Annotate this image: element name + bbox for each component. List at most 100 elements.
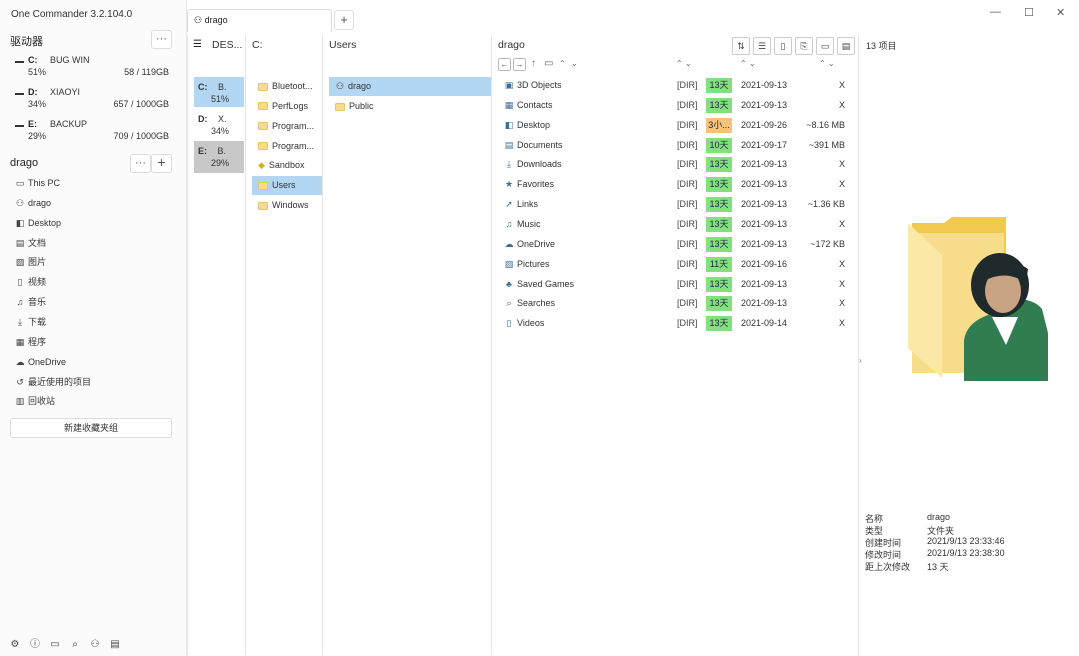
new-favorites-group-button[interactable]: 新建收藏夹组 bbox=[10, 418, 172, 438]
column-c-drive: C: Bluetoot... PerfLogs Program... Program.… bbox=[245, 35, 322, 655]
favorite-item[interactable]: ▥ 回收站 bbox=[14, 394, 174, 410]
list-view-icon[interactable]: ☰ bbox=[753, 37, 771, 55]
music-icon: ♫ bbox=[16, 297, 24, 308]
item-size: X bbox=[838, 318, 845, 329]
sort-size-icon[interactable]: ⌃ ⌄ bbox=[819, 59, 835, 68]
drives-more-button[interactable]: ··· bbox=[151, 30, 172, 49]
list-item[interactable]: ♣ Saved Games [DIR] 13天 2021-09-13 X bbox=[497, 275, 854, 294]
favorite-item[interactable]: ⚇ drago bbox=[14, 196, 174, 212]
row-label: Program... bbox=[272, 140, 315, 151]
list-item[interactable]: ▤ Documents [DIR] 10天 2021-09-17 ~391 MB bbox=[497, 136, 854, 155]
item-type: [DIR] bbox=[677, 258, 698, 269]
favorite-item[interactable]: ▯ 视频 bbox=[14, 275, 174, 291]
column-drive-c[interactable]: C: B. 51% bbox=[194, 77, 244, 107]
property-value: 13 天 bbox=[927, 561, 949, 572]
maximize-button[interactable]: ☐ bbox=[1024, 6, 1034, 19]
list-item[interactable]: ☁ OneDrive [DIR] 13天 2021-09-13 ~172 KB bbox=[497, 235, 854, 254]
column-row[interactable]: ◆ Sandbox bbox=[252, 156, 322, 175]
favorite-item[interactable]: ♫ 音乐 bbox=[14, 295, 174, 311]
row-label: drago bbox=[348, 81, 372, 91]
sort-type-up-icon[interactable]: ⌃ ⌄ bbox=[676, 59, 692, 68]
up-arrow-icon[interactable]: ↑ bbox=[531, 58, 536, 69]
favorite-item[interactable]: ▦ 程序 bbox=[14, 335, 174, 351]
drive-c[interactable]: C: BUG WIN 51% 58 / 119GB bbox=[15, 55, 175, 85]
item-type: [DIR] bbox=[677, 99, 698, 110]
list-item[interactable]: ★ Favorites [DIR] 13天 2021-09-13 X bbox=[497, 175, 854, 194]
column-drive-d[interactable]: D: X. 34% bbox=[194, 109, 244, 139]
column-header: DES... bbox=[212, 39, 243, 51]
favorite-item[interactable]: ▤ 文档 bbox=[14, 236, 174, 252]
row-label: PerfLogs bbox=[272, 100, 309, 111]
favorite-item[interactable]: ☁ OneDrive bbox=[14, 355, 174, 371]
list-item[interactable]: ♫ Music [DIR] 13天 2021-09-13 X bbox=[497, 215, 854, 234]
favorite-item[interactable]: ⤓ 下载 bbox=[14, 315, 174, 331]
chevron-up-icon[interactable]: ⌃ bbox=[559, 59, 566, 68]
clipboard-icon[interactable]: ▤ bbox=[837, 37, 855, 55]
preview-expand-icon[interactable]: › bbox=[859, 356, 862, 365]
column-row[interactable]: Program... bbox=[252, 137, 322, 156]
window-icon[interactable]: ▤ bbox=[105, 639, 125, 650]
list-item[interactable]: ▨ Pictures [DIR] 11天 2021-09-16 X bbox=[497, 255, 854, 274]
favorite-item[interactable]: ▭ This PC bbox=[14, 176, 174, 192]
column-row[interactable]: Program... bbox=[252, 117, 322, 136]
item-date: 2021-09-26 bbox=[741, 119, 788, 130]
column-drives: ☰ DES... C: B. 51% D: X. 34% E: B. 29% bbox=[187, 35, 245, 655]
item-date: 2021-09-13 bbox=[741, 218, 788, 229]
chevron-down-icon[interactable]: ⌄ bbox=[571, 59, 578, 68]
list-item[interactable]: ▯ Videos [DIR] 13天 2021-09-14 X bbox=[497, 314, 854, 333]
favorite-label: 回收站 bbox=[28, 396, 56, 407]
search-icon[interactable]: ⌕ bbox=[65, 639, 85, 650]
column-row-drago[interactable]: ⚇ drago bbox=[329, 77, 491, 96]
folder-icon bbox=[258, 102, 268, 111]
favorites-add-button[interactable]: + bbox=[151, 154, 172, 173]
column-row[interactable]: Users bbox=[252, 176, 322, 196]
list-item[interactable]: ▣ 3D Objects [DIR] 13天 2021-09-13 X bbox=[497, 76, 854, 95]
item-name: Documents bbox=[517, 139, 563, 150]
paste-icon[interactable]: ▭ bbox=[816, 37, 834, 55]
new-file-icon[interactable]: ▯ bbox=[774, 37, 792, 55]
list-item[interactable]: ▦ Contacts [DIR] 13天 2021-09-13 X bbox=[497, 96, 854, 115]
favorite-item[interactable]: ↺ 最近使用的项目 bbox=[14, 375, 174, 391]
favorite-label: 文档 bbox=[28, 237, 47, 248]
sort-icon[interactable]: ⇅ bbox=[732, 37, 750, 55]
drive-letter: C: bbox=[28, 55, 38, 65]
list-item[interactable]: ➚ Links [DIR] 13天 2021-09-13 ~1.36 KB bbox=[497, 195, 854, 214]
back-arrow-icon[interactable]: ← bbox=[498, 58, 511, 71]
list-item[interactable]: ⤓ Downloads [DIR] 13天 2021-09-13 X bbox=[497, 155, 854, 174]
favorites-more-button[interactable]: ··· bbox=[130, 154, 151, 173]
sort-date-icon[interactable]: ⌃ ⌄ bbox=[740, 59, 756, 68]
item-date: 2021-09-17 bbox=[741, 139, 788, 150]
favorite-item[interactable]: ◧ Desktop bbox=[14, 216, 174, 232]
item-type: [DIR] bbox=[677, 199, 698, 210]
folder-icon bbox=[258, 142, 268, 151]
folder-icon bbox=[258, 122, 268, 131]
column-row[interactable]: Bluetoot... bbox=[252, 77, 322, 96]
row-label: Public bbox=[349, 101, 374, 111]
favorite-item[interactable]: ▨ 图片 bbox=[14, 255, 174, 271]
item-name: Pictures bbox=[517, 258, 550, 269]
settings-icon[interactable]: ⚙ bbox=[5, 639, 25, 650]
list-item[interactable]: ⌕ Searches [DIR] 13天 2021-09-13 X bbox=[497, 294, 854, 313]
info-icon[interactable]: ⓘ bbox=[25, 635, 45, 650]
close-button[interactable]: ✕ bbox=[1056, 6, 1065, 19]
list-item[interactable]: ◧ Desktop [DIR] 3小... 2021-09-26 ~8.16 MB bbox=[497, 116, 854, 135]
new-folder-icon[interactable]: ▭ bbox=[544, 58, 553, 69]
drive-letter: E: bbox=[28, 119, 37, 129]
drive-e[interactable]: E: BACKUP 29% 709 / 1000GB bbox=[15, 119, 175, 149]
column-row[interactable]: PerfLogs bbox=[252, 97, 322, 116]
user-icon[interactable]: ⚇ bbox=[85, 639, 105, 650]
item-date: 2021-09-13 bbox=[741, 278, 788, 289]
layout-icon[interactable]: ▭ bbox=[45, 639, 65, 650]
row-label: Bluetoot... bbox=[272, 81, 313, 91]
column-drive-e[interactable]: E: B. 29% bbox=[194, 141, 244, 173]
search-icon: ⌕ bbox=[506, 298, 512, 309]
tab-drago[interactable]: ⚇ drago bbox=[187, 9, 332, 32]
download-icon: ⤓ bbox=[507, 159, 511, 170]
minimize-button[interactable]: — bbox=[990, 6, 1001, 18]
column-row-public[interactable]: Public bbox=[329, 97, 491, 116]
drive-d[interactable]: D: XIAOYI 34% 657 / 1000GB bbox=[15, 87, 175, 117]
add-tab-button[interactable]: + bbox=[334, 10, 354, 30]
forward-arrow-icon[interactable]: → bbox=[513, 58, 526, 71]
column-row[interactable]: Windows bbox=[252, 196, 322, 215]
copy-path-icon[interactable]: ⎘ bbox=[795, 37, 813, 55]
